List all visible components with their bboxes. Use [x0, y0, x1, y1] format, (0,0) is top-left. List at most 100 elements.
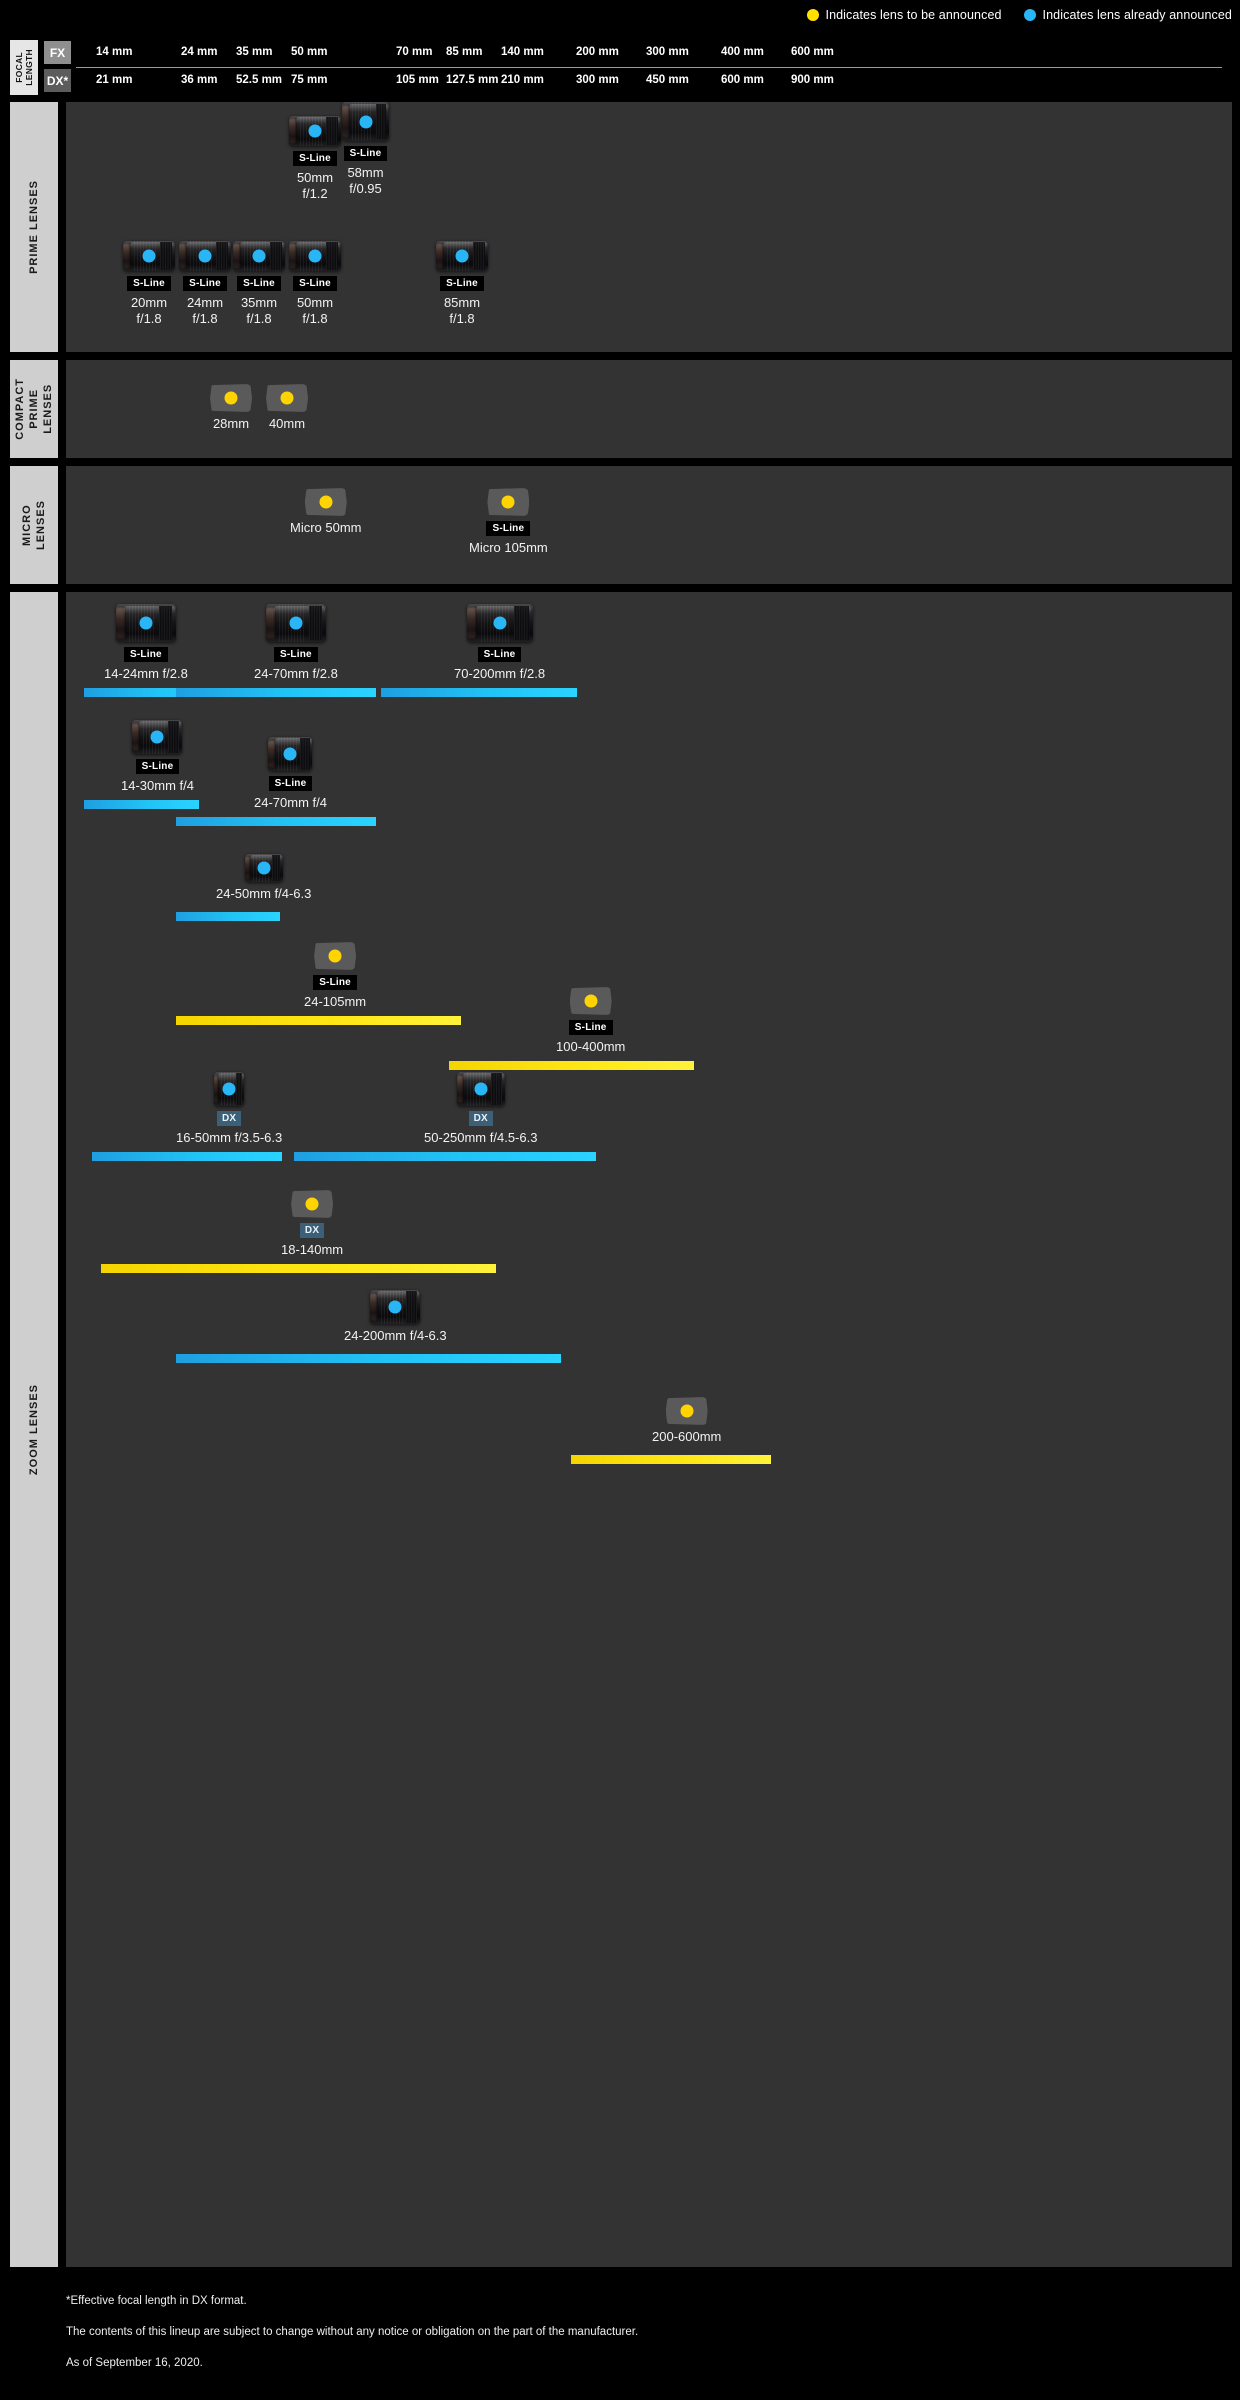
s-line-badge: S-Line — [293, 151, 337, 166]
s-line-badge: S-Line — [477, 647, 522, 662]
lens-card[interactable]: DX 18-140mm — [281, 1190, 343, 1258]
lens-card[interactable]: DX 16-50mm f/3.5-6.3 — [176, 1072, 282, 1146]
scale-divider-line — [76, 67, 1222, 68]
focal-tick-fx-2: 35 mm — [236, 46, 273, 58]
zoom-range-bar — [381, 688, 577, 697]
badge-row: S-Line — [454, 642, 545, 662]
s-line-badge: S-Line — [127, 276, 171, 291]
zoom-range-bar — [176, 1354, 561, 1363]
lens-card[interactable]: 40mm — [266, 384, 308, 432]
lens-card[interactable]: S-Line 50mm f/1.2 — [289, 116, 341, 202]
row-label-micro-lenses: MICRO LENSES — [10, 466, 58, 584]
badge-row: S-Line — [121, 754, 194, 774]
lens-name: 14-30mm f/4 — [121, 778, 194, 793]
lens-image — [115, 604, 176, 642]
lens-image — [289, 241, 341, 271]
lens-card[interactable]: S-Line 100-400mm — [556, 987, 625, 1055]
footer-notes: *Effective focal length in DX format. Th… — [66, 2295, 638, 2387]
focal-length-title: FOCAL LENGTH — [10, 40, 38, 95]
lens-card[interactable]: S-Line 70-200mm f/2.8 — [454, 604, 545, 682]
lens-card[interactable]: S-Line 24-70mm f/4 — [254, 737, 327, 811]
footer-note-3: As of September 16, 2020. — [66, 2356, 203, 2369]
format-badge-dx: DX* — [44, 69, 71, 92]
focal-tick-fx-10: 600 mm — [791, 46, 834, 58]
focal-tick-fx-5: 85 mm — [446, 46, 483, 58]
lens-card[interactable]: S-Line 24-70mm f/2.8 — [254, 604, 338, 682]
lens-card[interactable]: S-Line 20mm f/1.8 — [123, 241, 175, 327]
status-dot-announced — [359, 115, 372, 128]
zoom-range-bar — [176, 912, 280, 921]
lens-name: 100-400mm — [556, 1039, 626, 1054]
lens-card[interactable]: 28mm — [210, 384, 252, 432]
focal-tick-dx-8: 450 mm — [646, 74, 689, 86]
status-dot-announced — [252, 249, 266, 263]
s-line-badge: S-Line — [274, 647, 318, 662]
lens-card[interactable]: DX 50-250mm f/4.5-6.3 — [424, 1072, 537, 1146]
lens-name: 18-140mm — [281, 1242, 344, 1257]
section-compact-prime-lenses: COMPACT PRIME LENSES 28mm 40mm — [10, 360, 1232, 458]
lens-name: 200-600mm — [652, 1429, 722, 1444]
lens-name: 40mm — [268, 416, 306, 431]
lens-name: 50mm f/1.8 — [296, 295, 334, 326]
lens-highlight — [124, 605, 175, 614]
focal-tick-fx-8: 300 mm — [646, 46, 689, 58]
badge-row: S-Line — [104, 642, 188, 662]
lens-card[interactable]: S-Line 14-30mm f/4 — [121, 720, 194, 794]
lens-name: 24-70mm f/2.8 — [254, 666, 338, 681]
status-dot-to-be-announced — [584, 994, 598, 1008]
status-dot-announced — [283, 747, 297, 761]
status-dot-announced — [308, 124, 322, 138]
status-dot-announced — [257, 861, 271, 875]
zoom-range-bar — [176, 817, 376, 826]
status-dot-announced — [142, 249, 156, 263]
lens-highlight — [240, 242, 284, 249]
lens-name: 24-50mm f/4-6.3 — [216, 886, 312, 901]
lens-card[interactable]: S-Line 35mm f/1.8 — [233, 241, 285, 327]
section-prime-lenses: PRIME LENSES S-Line 50mm f/1.2 S-Line 58mm f/… — [10, 102, 1232, 352]
lens-card[interactable]: S-Line 14-24mm f/2.8 — [104, 604, 188, 682]
zoom-range-bar — [176, 688, 376, 697]
yellow-dot-icon — [806, 9, 819, 21]
lens-card[interactable]: Micro 50mm — [290, 488, 362, 536]
lens-name: 85mm f/1.8 — [443, 295, 481, 326]
s-line-badge: S-Line — [124, 647, 168, 662]
lens-card[interactable]: S-Line 24-105mm — [304, 942, 366, 1010]
s-line-badge: S-Line — [343, 146, 388, 161]
badge-row: S-Line — [233, 271, 285, 291]
focal-tick-fx-1: 24 mm — [181, 46, 218, 58]
status-dot-announced — [198, 249, 212, 263]
focal-tick-fx-3: 50 mm — [291, 46, 328, 58]
status-dot-announced — [289, 616, 303, 630]
zoom-range-bar — [92, 1152, 282, 1161]
lens-name: 70-200mm f/2.8 — [454, 666, 546, 681]
badge-row: S-Line — [556, 1015, 625, 1035]
lens-card[interactable]: 24-50mm f/4-6.3 — [216, 854, 311, 902]
lens-name: 28mm — [212, 416, 250, 431]
status-dot-announced — [455, 249, 469, 263]
badge-row: DX — [176, 1106, 282, 1126]
focal-tick-dx-2: 52.5 mm — [236, 74, 283, 86]
lens-card[interactable]: S-Line 85mm f/1.8 — [436, 241, 488, 327]
row-body-micro-lenses: Micro 50mm S-Line Micro 105mm — [66, 466, 1232, 584]
lens-image — [304, 488, 347, 516]
lens-name: 58mm f/0.95 — [347, 165, 384, 196]
lens-card[interactable]: S-Line Micro 105mm — [469, 488, 548, 556]
row-label-compact-prime-lenses-text: COMPACT PRIME LENSES — [14, 378, 54, 440]
section-zoom-lenses: ZOOM LENSES S-Line 14-24mm f/2.8 S-Line 24-… — [10, 592, 1232, 2267]
lens-image — [466, 604, 533, 642]
focal-tick-dx-4: 105 mm — [396, 74, 439, 86]
lens-card[interactable]: S-Line 58mm f/0.95 — [342, 102, 389, 197]
lens-card[interactable]: 24-200mm f/4-6.3 — [344, 1290, 447, 1344]
lens-image — [487, 488, 530, 516]
lens-card[interactable]: 200-600mm — [652, 1397, 721, 1445]
lens-card[interactable]: S-Line 24mm f/1.8 — [179, 241, 231, 327]
lens-card[interactable]: S-Line 50mm f/1.8 — [289, 241, 341, 327]
badge-row: S-Line — [179, 271, 231, 291]
focal-tick-fx-4: 70 mm — [396, 46, 433, 58]
focal-tick-dx-9: 600 mm — [721, 74, 764, 86]
status-dot-to-be-announced — [680, 1404, 694, 1418]
focal-tick-fx-9: 400 mm — [721, 46, 764, 58]
s-line-badge: S-Line — [135, 759, 180, 774]
s-line-badge: S-Line — [268, 776, 313, 791]
lens-image — [210, 384, 252, 412]
